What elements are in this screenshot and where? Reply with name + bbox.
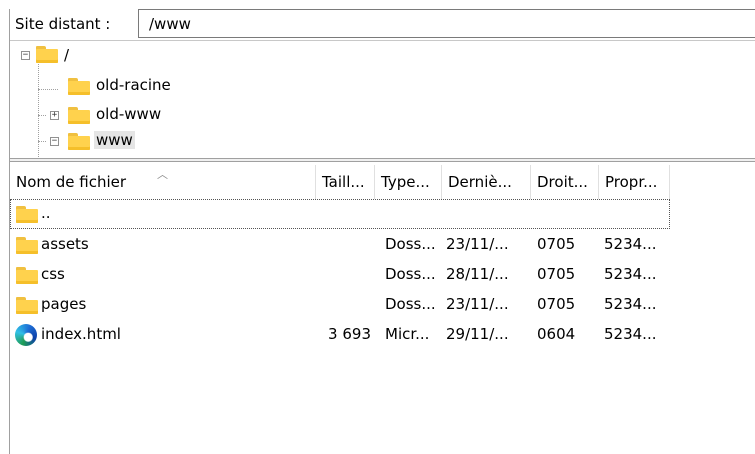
column-header-modified[interactable]: Derniè... [442, 165, 531, 199]
file-type: Doss... [385, 295, 436, 313]
file-size: 3 693 [328, 325, 371, 343]
file-owner: 5234... [604, 235, 657, 253]
file-row[interactable]: index.html 3 693 Micr... 29/11/... 0604 … [10, 320, 670, 350]
file-type: Micr... [385, 325, 430, 343]
file-modified: 29/11/... [446, 325, 509, 343]
file-type: Doss... [385, 235, 436, 253]
tree-node-label: old-www [96, 105, 162, 123]
file-modified: 23/11/... [446, 235, 509, 253]
tree-node-label: / [64, 46, 70, 64]
tree-node-label: www [94, 131, 135, 149]
folder-icon [36, 45, 58, 63]
tree-node-old-www[interactable]: + old-www [10, 102, 260, 128]
file-name: css [41, 265, 65, 283]
column-label: Type... [381, 173, 430, 191]
file-name: .. [41, 204, 51, 222]
file-owner: 5234... [604, 295, 657, 313]
column-label: Droit... [537, 173, 588, 191]
tree-node-root[interactable]: − / [10, 43, 210, 69]
tree-node-label: old-racine [96, 76, 171, 94]
column-header-type[interactable]: Type... [375, 165, 442, 199]
file-owner: 5234... [604, 265, 657, 283]
folder-icon [16, 296, 38, 314]
edge-browser-icon [15, 324, 37, 346]
file-owner: 5234... [604, 325, 657, 343]
collapse-icon[interactable]: − [50, 137, 59, 146]
tree-node-www[interactable]: − www [10, 128, 260, 154]
file-row[interactable]: css Doss... 28/11/... 0705 5234... [10, 260, 670, 290]
folder-icon [68, 132, 90, 150]
remote-path-input[interactable]: /www [138, 9, 755, 38]
collapse-icon[interactable]: − [21, 51, 30, 60]
pane-splitter[interactable] [10, 158, 755, 162]
column-header-owner[interactable]: Propr... [599, 165, 670, 199]
file-modified: 28/11/... [446, 265, 509, 283]
folder-icon [68, 106, 90, 124]
file-row[interactable]: pages Doss... 23/11/... 0705 5234... [10, 290, 670, 320]
column-label: Nom de fichier [16, 173, 127, 191]
file-type: Doss... [385, 265, 436, 283]
sort-ascending-icon: ︿ [157, 168, 168, 181]
remote-directory-tree[interactable]: − / old-racine + old-www − www [10, 41, 755, 158]
column-label: Taill... [322, 173, 365, 191]
folder-icon [68, 77, 90, 95]
file-row-parent[interactable]: .. [10, 199, 670, 229]
column-label: Derniè... [448, 173, 512, 191]
column-header-name[interactable]: Nom de fichier ︿ [10, 165, 316, 199]
file-name: index.html [41, 325, 121, 343]
folder-icon [16, 236, 38, 254]
tree-node-old-racine[interactable]: old-racine [10, 73, 260, 99]
file-permissions: 0705 [537, 235, 576, 253]
column-header-permissions[interactable]: Droit... [531, 165, 599, 199]
column-label: Propr... [605, 173, 658, 191]
file-permissions: 0705 [537, 295, 576, 313]
file-permissions: 0705 [537, 265, 576, 283]
folder-icon [16, 205, 38, 223]
file-list-header: Nom de fichier ︿ Taill... Type... Derniè… [10, 165, 755, 199]
expand-icon[interactable]: + [50, 111, 59, 120]
folder-icon [16, 266, 38, 284]
column-header-size[interactable]: Taill... [316, 165, 375, 199]
remote-site-bar: Site distant : /www [10, 9, 755, 41]
file-modified: 23/11/... [446, 295, 509, 313]
file-name: pages [41, 295, 87, 313]
file-row[interactable]: assets Doss... 23/11/... 0705 5234... [10, 230, 670, 260]
file-permissions: 0604 [537, 325, 576, 343]
remote-site-label: Site distant : [15, 15, 111, 33]
file-name: assets [41, 235, 89, 253]
